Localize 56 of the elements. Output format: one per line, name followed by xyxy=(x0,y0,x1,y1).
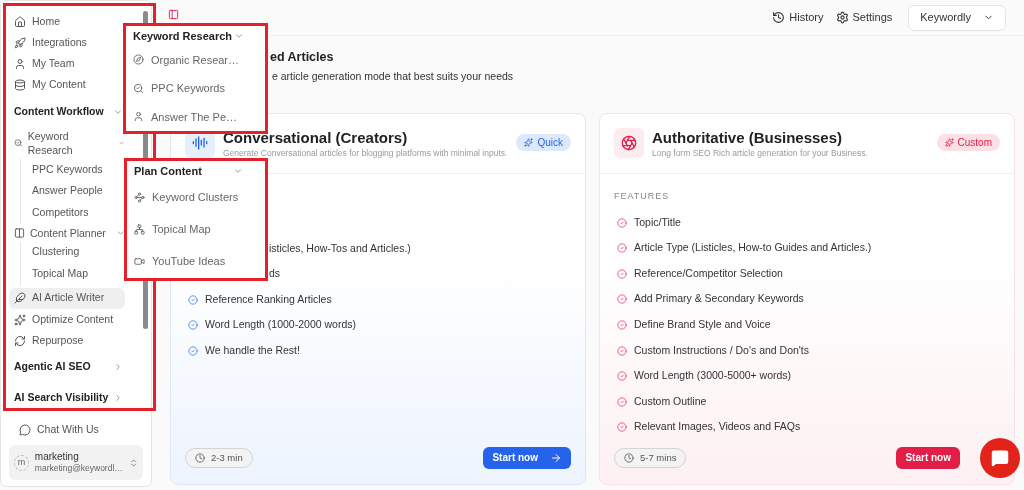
sidebar-section[interactable]: Agentic AI SEO xyxy=(9,351,125,383)
feature-text: ds xyxy=(269,266,281,282)
sidebar-subitem[interactable]: Competitors xyxy=(31,202,125,224)
menu-title: Plan Content xyxy=(134,163,202,179)
feature-text: Word Length (3000-5000+ words) xyxy=(634,368,792,384)
feature-text: Topic/Title xyxy=(634,214,681,230)
sidebar-section[interactable]: Content Workflow xyxy=(9,96,125,127)
menu-item[interactable]: Topical Map xyxy=(134,213,258,245)
feature-text: Custom Instructions / Do's and Don'ts xyxy=(634,342,809,358)
menu-item[interactable]: Organic Resear… xyxy=(133,45,258,75)
sidebar-item[interactable]: Integrations xyxy=(9,32,125,53)
user-name: marketing xyxy=(34,451,80,463)
card-title: Authoritative (Businesses) xyxy=(652,127,844,147)
feature-text: We handle the Rest! xyxy=(205,343,300,359)
sidebar-item[interactable]: Keyword Research xyxy=(9,127,125,159)
sidebar-item[interactable]: AI Article Writer xyxy=(9,287,125,309)
settings-link[interactable]: Settings xyxy=(835,9,893,26)
menu-item[interactable]: YouTube Ideas xyxy=(134,245,258,277)
sidebar-subitem[interactable]: Clustering xyxy=(31,241,125,263)
menu-item[interactable]: Keyword Clusters xyxy=(134,181,258,213)
card-subtitle: Generate Conversational articles for blogging platforms with minimal inputs. xyxy=(223,146,508,159)
time-pill: 5-7 mins xyxy=(614,447,687,468)
user-email: marketing@keywordl… xyxy=(34,463,123,474)
sidebar-subitem[interactable]: Topical Map xyxy=(31,263,125,285)
feature-text: isticles, How-Tos and Articles.) xyxy=(269,240,411,256)
sidebar-subitem[interactable]: Answer People xyxy=(31,180,125,202)
mode-badge: Custom xyxy=(936,133,1000,151)
feature-text: Reference/Competitor Selection xyxy=(634,265,783,281)
mode-badge: Quick xyxy=(516,133,571,151)
workspace-dropdown[interactable]: Keywordly xyxy=(908,4,1006,31)
sidebar-item[interactable]: Optimize Content xyxy=(9,309,125,331)
feature-text: Article Type (Listicles, How-to Guides and Articles.) xyxy=(634,240,872,256)
history-link[interactable]: History xyxy=(772,9,824,26)
chat-link[interactable]: Chat With Us xyxy=(1,419,151,441)
start-button[interactable]: Start now xyxy=(896,446,960,469)
sidebar-item[interactable]: Home xyxy=(9,11,125,32)
sidebar-item[interactable]: Content Planner xyxy=(9,223,125,242)
start-button[interactable]: Start now xyxy=(483,446,571,469)
feature-text: Custom Outline xyxy=(634,393,707,409)
page-subtitle: e article generation mode that best suits your needs xyxy=(271,69,515,84)
feature-text: Word Length (1000-2000 words) xyxy=(205,317,356,333)
menu-title: Keyword Research xyxy=(133,28,233,44)
feature-text: Add Primary & Secondary Keywords xyxy=(634,291,804,307)
sidebar-section[interactable]: AI Search Visibility xyxy=(9,382,125,414)
sidebar-item[interactable]: Repurpose xyxy=(9,330,125,352)
features-label: FEATURES xyxy=(614,190,671,203)
page-title: ed Articles xyxy=(270,49,335,65)
sidebar-subitem[interactable]: PPC Keywords xyxy=(31,159,125,181)
time-pill: 2-3 min xyxy=(185,447,253,468)
feature-text: Define Brand Style and Voice xyxy=(634,317,771,333)
card-subtitle: Long form SEO Rich article generation for your Business. xyxy=(652,146,868,159)
sidebar-item[interactable]: My Content xyxy=(9,74,125,95)
feature-text: Relevant Images, Videos and FAQs xyxy=(634,419,801,435)
menu-item[interactable]: PPC Keywords xyxy=(133,74,258,103)
sidebar-item[interactable]: My Team xyxy=(9,53,125,74)
feature-text: Reference Ranking Articles xyxy=(205,291,332,307)
